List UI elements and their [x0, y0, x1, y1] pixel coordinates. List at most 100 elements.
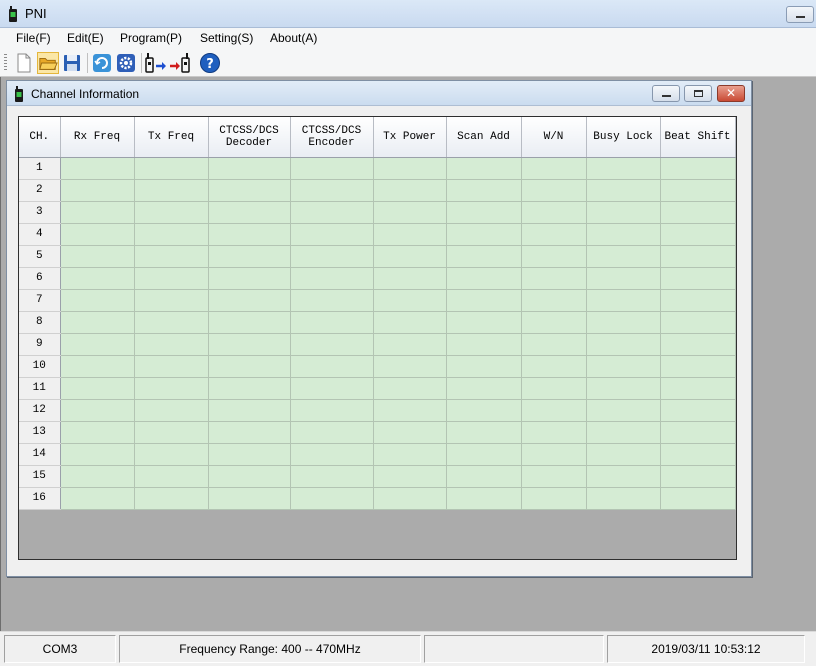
grid-cell[interactable] — [60, 421, 135, 444]
grid-cell[interactable] — [586, 355, 661, 378]
grid-cell[interactable] — [446, 179, 522, 202]
grid-cell[interactable] — [373, 289, 447, 312]
grid-cell[interactable] — [446, 223, 522, 246]
grid-cell[interactable] — [134, 267, 209, 290]
grid-cell[interactable] — [586, 201, 661, 224]
grid-cell[interactable] — [60, 333, 135, 356]
grid-cell[interactable] — [446, 377, 522, 400]
grid-cell[interactable] — [134, 157, 209, 180]
grid-cell[interactable] — [521, 465, 587, 488]
grid-cell[interactable] — [660, 157, 736, 180]
menu-setting[interactable]: Setting(S) — [200, 31, 253, 45]
grid-cell[interactable] — [134, 399, 209, 422]
column-header-tx-freq[interactable]: Tx Freq — [134, 117, 209, 158]
grid-cell[interactable] — [208, 443, 291, 466]
grid-cell[interactable] — [60, 201, 135, 224]
grid-cell[interactable] — [290, 443, 374, 466]
grid-cell[interactable] — [373, 201, 447, 224]
grid-cell[interactable] — [373, 245, 447, 268]
grid-cell[interactable] — [660, 333, 736, 356]
grid-cell[interactable] — [373, 399, 447, 422]
column-header-ctcss-decoder[interactable]: CTCSS/DCS Decoder — [208, 117, 291, 158]
row-header-ch[interactable]: 1 — [19, 157, 61, 180]
grid-cell[interactable] — [208, 333, 291, 356]
grid-cell[interactable] — [208, 267, 291, 290]
grid-cell[interactable] — [586, 157, 661, 180]
grid-cell[interactable] — [134, 311, 209, 334]
grid-cell[interactable] — [134, 443, 209, 466]
grid-cell[interactable] — [521, 487, 587, 510]
grid-cell[interactable] — [521, 289, 587, 312]
grid-cell[interactable] — [60, 245, 135, 268]
row-header-ch[interactable]: 7 — [19, 289, 61, 312]
grid-cell[interactable] — [60, 399, 135, 422]
grid-cell[interactable] — [60, 355, 135, 378]
grid-cell[interactable] — [290, 289, 374, 312]
grid-cell[interactable] — [586, 289, 661, 312]
grid-cell[interactable] — [586, 333, 661, 356]
grid-cell[interactable] — [134, 421, 209, 444]
row-header-ch[interactable]: 4 — [19, 223, 61, 246]
grid-cell[interactable] — [660, 421, 736, 444]
refresh-icon[interactable] — [91, 52, 113, 74]
grid-cell[interactable] — [134, 201, 209, 224]
grid-cell[interactable] — [446, 311, 522, 334]
menu-edit[interactable]: Edit(E) — [67, 31, 104, 45]
grid-cell[interactable] — [586, 443, 661, 466]
grid-cell[interactable] — [660, 443, 736, 466]
grid-cell[interactable] — [521, 333, 587, 356]
grid-cell[interactable] — [134, 333, 209, 356]
grid-cell[interactable] — [373, 421, 447, 444]
row-header-ch[interactable]: 14 — [19, 443, 61, 466]
grid-cell[interactable] — [208, 465, 291, 488]
grid-cell[interactable] — [373, 267, 447, 290]
grid-cell[interactable] — [446, 421, 522, 444]
child-minimize-button[interactable] — [652, 85, 680, 102]
grid-cell[interactable] — [60, 267, 135, 290]
grid-cell[interactable] — [134, 465, 209, 488]
grid-cell[interactable] — [60, 157, 135, 180]
grid-cell[interactable] — [660, 399, 736, 422]
grid-cell[interactable] — [521, 223, 587, 246]
grid-cell[interactable] — [373, 465, 447, 488]
grid-cell[interactable] — [586, 399, 661, 422]
column-header-ctcss-encoder[interactable]: CTCSS/DCS Encoder — [290, 117, 374, 158]
grid-cell[interactable] — [586, 179, 661, 202]
row-header-ch[interactable]: 9 — [19, 333, 61, 356]
grid-cell[interactable] — [521, 355, 587, 378]
grid-cell[interactable] — [521, 179, 587, 202]
grid-cell[interactable] — [586, 377, 661, 400]
column-header-scan-add[interactable]: Scan Add — [446, 117, 522, 158]
grid-cell[interactable] — [521, 267, 587, 290]
row-header-ch[interactable]: 12 — [19, 399, 61, 422]
grid-cell[interactable] — [208, 311, 291, 334]
grid-cell[interactable] — [446, 443, 522, 466]
grid-cell[interactable] — [521, 421, 587, 444]
grid-cell[interactable] — [660, 311, 736, 334]
grid-cell[interactable] — [208, 421, 291, 444]
grid-cell[interactable] — [660, 223, 736, 246]
child-maximize-button[interactable] — [684, 85, 712, 102]
menu-about[interactable]: About(A) — [270, 31, 317, 45]
grid-cell[interactable] — [290, 223, 374, 246]
grid-cell[interactable] — [60, 465, 135, 488]
grid-cell[interactable] — [373, 157, 447, 180]
column-header-w-n[interactable]: W/N — [521, 117, 587, 158]
child-close-button[interactable]: ✕ — [717, 85, 745, 102]
grid-cell[interactable] — [373, 311, 447, 334]
grid-cell[interactable] — [208, 487, 291, 510]
grid-cell[interactable] — [134, 179, 209, 202]
grid-cell[interactable] — [208, 223, 291, 246]
row-header-ch[interactable]: 5 — [19, 245, 61, 268]
row-header-ch[interactable]: 6 — [19, 267, 61, 290]
grid-cell[interactable] — [290, 179, 374, 202]
grid-cell[interactable] — [660, 355, 736, 378]
grid-cell[interactable] — [521, 377, 587, 400]
row-header-ch[interactable]: 2 — [19, 179, 61, 202]
grid-cell[interactable] — [134, 377, 209, 400]
grid-cell[interactable] — [446, 333, 522, 356]
grid-cell[interactable] — [60, 311, 135, 334]
row-header-ch[interactable]: 15 — [19, 465, 61, 488]
grid-cell[interactable] — [586, 487, 661, 510]
grid-cell[interactable] — [290, 311, 374, 334]
